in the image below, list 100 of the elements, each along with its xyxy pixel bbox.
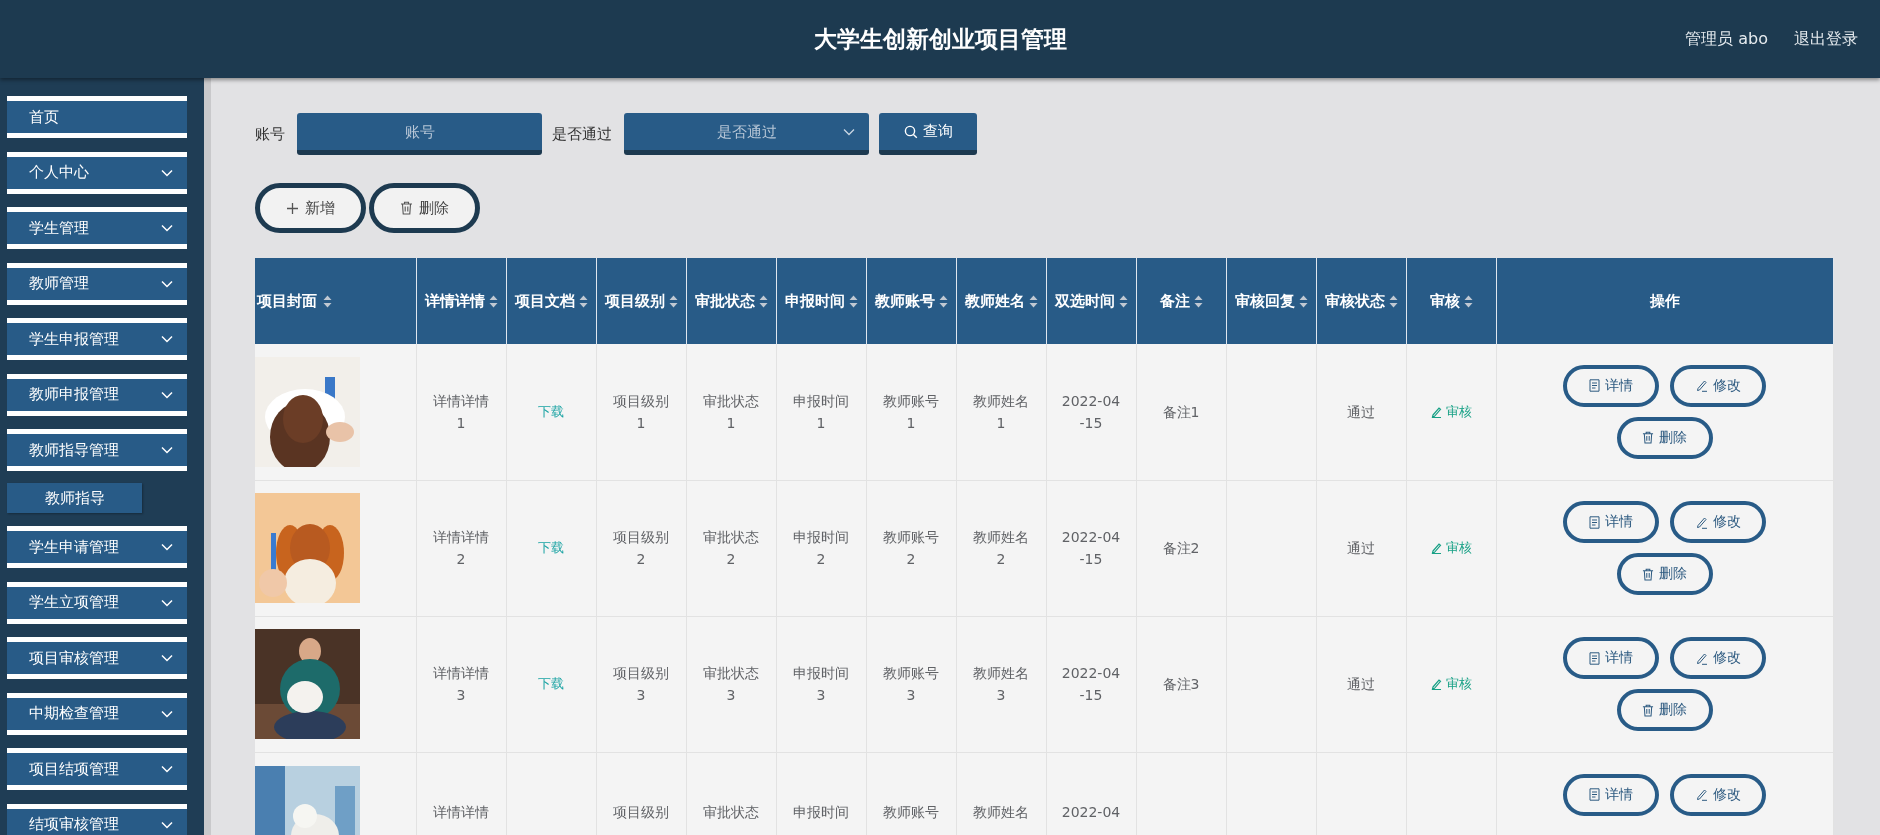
field-label: 是否通过 — [552, 124, 612, 144]
sidebar-item[interactable]: 项目审核管理 — [7, 637, 187, 679]
field-label: 账号 — [255, 124, 285, 144]
document-icon — [1589, 515, 1600, 529]
chevron-icon — [161, 390, 173, 399]
sidebar-item[interactable]: 学生立项管理 — [7, 581, 187, 624]
column-header[interactable]: 备注 — [1136, 258, 1226, 344]
chevron-icon — [161, 335, 173, 343]
table-cell: 详情详情3 — [416, 616, 506, 752]
column-header[interactable]: 项目封面 — [255, 258, 416, 344]
table-cell: 教师账号3 — [866, 616, 956, 752]
sort-icon[interactable] — [1388, 295, 1398, 308]
delete-button[interactable]: 删除 — [1616, 689, 1713, 731]
sort-icon[interactable] — [1298, 295, 1308, 308]
sidebar-item[interactable]: 个人中心 — [7, 151, 187, 194]
detail-button[interactable]: 详情 — [1563, 773, 1659, 816]
sidebar-item[interactable]: 教师管理 — [7, 262, 187, 305]
table-cell: 教师账号 — [866, 752, 956, 835]
trash-icon — [1642, 431, 1654, 445]
column-header[interactable]: 审核回复 — [1226, 258, 1316, 344]
search-button[interactable]: 查询 — [879, 113, 977, 155]
table-cell: 项目级别3 — [596, 616, 686, 752]
sort-icon[interactable] — [1118, 295, 1128, 308]
pencil-icon — [1695, 379, 1708, 393]
table-cell: 申报时间3 — [776, 616, 866, 752]
sidebar-item[interactable]: 学生申报管理 — [7, 318, 187, 360]
table-cell: 申报时间 — [776, 752, 866, 835]
sidebar-item[interactable]: 项目结项管理 — [7, 748, 187, 790]
pencil-icon — [1430, 678, 1442, 690]
user-name: 管理员 abo — [1685, 28, 1768, 50]
trash-icon — [1642, 567, 1654, 581]
column-header[interactable]: 详情详情 — [416, 258, 506, 344]
detail-button[interactable]: 详情 — [1563, 637, 1659, 679]
table-cell: 2022-04-15 — [1046, 480, 1136, 616]
edit-button[interactable]: 修改 — [1670, 773, 1766, 816]
column-label: 审批状态 — [694, 292, 755, 310]
edit-button[interactable]: 修改 — [1670, 501, 1766, 543]
chevron-icon — [161, 598, 173, 607]
delete-button[interactable]: 删除 — [369, 183, 480, 233]
delete-button[interactable]: 删除 — [1616, 553, 1713, 595]
column-header[interactable]: 申报时间 — [776, 258, 866, 344]
column-header[interactable]: 审核状态 — [1316, 258, 1406, 344]
chevron-icon — [161, 543, 173, 551]
submenu-item[interactable]: 教师指导 — [7, 483, 142, 513]
delete-button[interactable]: 删除 — [1616, 416, 1713, 459]
detail-button[interactable]: 详情 — [1563, 501, 1659, 543]
sort-icon[interactable] — [1193, 295, 1203, 308]
sidebar-item[interactable]: 结项审核管理 — [7, 803, 187, 835]
chevron-icon — [161, 709, 173, 718]
column-header[interactable]: 审批状态 — [686, 258, 776, 344]
column-label: 详情详情 — [424, 292, 485, 310]
sidebar-item[interactable]: 首页 — [7, 96, 187, 138]
pencil-icon — [1695, 651, 1708, 665]
sort-icon[interactable] — [668, 295, 678, 308]
column-header[interactable]: 审核 — [1406, 258, 1496, 344]
sidebar-item[interactable]: 教师指导管理 — [7, 429, 187, 471]
edit-button[interactable]: 修改 — [1670, 637, 1766, 679]
chevron-icon — [161, 168, 173, 177]
table-cell: 通过 — [1316, 480, 1406, 616]
sort-icon[interactable] — [1463, 295, 1473, 308]
add-button[interactable]: 新增 — [255, 183, 366, 233]
sort-icon[interactable] — [578, 295, 588, 308]
column-header[interactable]: 双选时间 — [1046, 258, 1136, 344]
table-cell: 备注1 — [1136, 344, 1226, 480]
table-cell: 审批状态3 — [686, 616, 776, 752]
edit-button[interactable]: 修改 — [1670, 364, 1766, 407]
logout-link[interactable]: 退出登录 — [1794, 28, 1858, 50]
column-header[interactable]: 教师账号 — [866, 258, 956, 344]
sidebar-item[interactable]: 中期检查管理 — [7, 692, 187, 735]
column-header[interactable]: 项目文档 — [506, 258, 596, 344]
sort-icon[interactable] — [758, 295, 768, 308]
detail-button[interactable]: 详情 — [1563, 364, 1659, 407]
table-cell: 教师姓名2 — [956, 480, 1046, 616]
sort-icon[interactable] — [938, 295, 948, 308]
sort-icon[interactable] — [848, 295, 858, 308]
trash-icon — [400, 201, 413, 215]
sidebar-item[interactable]: 学生管理 — [7, 207, 187, 249]
table-cell: 审批状态1 — [686, 344, 776, 480]
sort-icon[interactable] — [1028, 295, 1038, 308]
table-cell: 项目级别2 — [596, 480, 686, 616]
table-cell: 教师账号2 — [866, 480, 956, 616]
table-cell: 审批状态2 — [686, 480, 776, 616]
table-cell: 2022-04-15 — [1046, 344, 1136, 480]
column-label: 操作 — [1649, 292, 1680, 310]
table-cell: 备注2 — [1136, 480, 1226, 616]
select-field[interactable]: 是否通过 — [624, 113, 869, 155]
scrollbar[interactable] — [204, 78, 211, 835]
column-label: 申报时间 — [784, 292, 845, 310]
sort-icon[interactable] — [488, 295, 498, 308]
document-icon — [1589, 651, 1600, 665]
column-header[interactable]: 项目级别 — [596, 258, 686, 344]
sidebar-item[interactable]: 学生申请管理 — [7, 526, 187, 568]
sidebar-item[interactable]: 教师申报管理 — [7, 373, 187, 416]
plus-icon — [286, 201, 299, 215]
sort-icon[interactable] — [323, 295, 332, 308]
search-field[interactable]: 账号 — [297, 113, 542, 155]
table-cell: 详情详情1 — [416, 344, 506, 480]
column-header[interactable]: 教师姓名 — [956, 258, 1046, 344]
pencil-icon — [1695, 788, 1708, 801]
column-label: 教师账号 — [874, 292, 935, 310]
